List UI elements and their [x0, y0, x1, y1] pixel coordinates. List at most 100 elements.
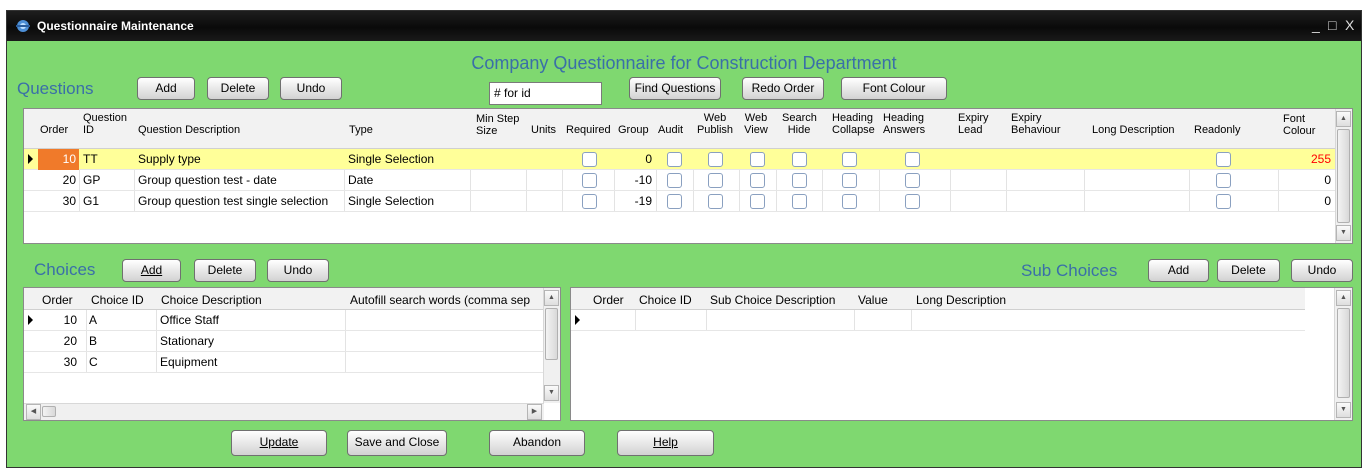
row-group[interactable]: 0 [615, 149, 655, 170]
questions-vscroll[interactable]: ▲ ▼ [1335, 109, 1352, 243]
scroll-thumb[interactable] [42, 406, 56, 417]
table-row[interactable]: 30 G1 Group question test single selecti… [24, 191, 1336, 212]
questions-undo-button[interactable]: Undo [280, 77, 342, 100]
sub-choices-delete-button[interactable]: Delete [1217, 259, 1280, 282]
row-group[interactable]: -19 [615, 191, 655, 212]
table-row[interactable]: 10 TT Supply type Single Selection 0 255 [24, 149, 1336, 170]
choice-description[interactable]: Office Staff [157, 310, 345, 331]
row-description[interactable]: Group question test single selection [135, 191, 343, 212]
scroll-down-icon[interactable]: ▼ [1336, 402, 1351, 418]
scroll-up-icon[interactable]: ▲ [544, 290, 559, 306]
row-font-colour[interactable]: 0 [1279, 170, 1334, 191]
col-min-step-size[interactable]: Min Step Size [474, 112, 529, 138]
web-view-checkbox[interactable] [750, 194, 765, 209]
list-item[interactable]: 20 B Stationary [24, 331, 544, 352]
row-question-id[interactable]: TT [80, 149, 134, 170]
row-description[interactable]: Supply type [135, 149, 343, 170]
row-description[interactable]: Group question test - date [135, 170, 343, 191]
choices-delete-button[interactable]: Delete [194, 259, 256, 282]
question-search-input[interactable]: # for id [489, 82, 602, 105]
col-long-description[interactable]: Long Description [914, 293, 1008, 307]
row-group[interactable]: -10 [615, 170, 655, 191]
col-heading-answers[interactable]: Heading Answers [881, 111, 937, 137]
col-expiry-behaviour[interactable]: Expiry Behaviour [1009, 111, 1069, 137]
row-order[interactable]: 20 [38, 170, 79, 191]
col-web-publish[interactable]: Web Publish [694, 111, 736, 137]
col-expiry-lead[interactable]: Expiry Lead [956, 111, 996, 137]
col-required[interactable]: Required [564, 123, 613, 137]
row-type[interactable]: Date [345, 170, 469, 191]
col-web-view[interactable]: Web View [739, 111, 773, 137]
web-publish-checkbox[interactable] [708, 173, 723, 188]
web-view-checkbox[interactable] [750, 173, 765, 188]
row-order[interactable]: 10 [38, 149, 79, 170]
search-hide-checkbox[interactable] [792, 173, 807, 188]
required-checkbox[interactable] [582, 194, 597, 209]
choice-order[interactable]: 20 [40, 331, 80, 352]
col-choice-id[interactable]: Choice ID [637, 293, 694, 307]
web-view-checkbox[interactable] [750, 152, 765, 167]
col-choice-id[interactable]: Choice ID [89, 293, 146, 307]
col-search-hide[interactable]: Search Hide [780, 111, 818, 137]
row-font-colour[interactable]: 0 [1279, 191, 1334, 212]
help-button[interactable]: Help [617, 430, 714, 456]
web-publish-checkbox[interactable] [708, 194, 723, 209]
scroll-thumb[interactable] [545, 308, 558, 360]
font-colour-button[interactable]: Font Colour [841, 77, 947, 100]
choice-id[interactable]: A [86, 310, 156, 331]
col-description[interactable]: Question Description [136, 123, 242, 137]
col-order[interactable]: Order [40, 293, 75, 307]
row-question-id[interactable]: GP [80, 170, 134, 191]
col-readonly[interactable]: Readonly [1192, 123, 1242, 137]
search-hide-checkbox[interactable] [792, 194, 807, 209]
scroll-down-icon[interactable]: ▼ [1336, 225, 1351, 241]
scroll-thumb[interactable] [1337, 308, 1350, 398]
scroll-up-icon[interactable]: ▲ [1336, 290, 1351, 306]
sub-choices-undo-button[interactable]: Undo [1291, 259, 1353, 282]
scroll-right-icon[interactable]: ▶ [527, 404, 542, 420]
minimize-button[interactable]: _ [1312, 17, 1320, 33]
row-order[interactable]: 30 [38, 191, 79, 212]
col-font-colour[interactable]: Font Colour [1281, 112, 1325, 138]
choices-add-button[interactable]: Add [122, 259, 181, 282]
required-checkbox[interactable] [582, 152, 597, 167]
col-audit[interactable]: Audit [656, 123, 685, 137]
find-questions-button[interactable]: Find Questions [629, 77, 721, 100]
choice-id[interactable]: B [86, 331, 156, 352]
col-heading-collapse[interactable]: Heading Collapse [830, 111, 876, 137]
audit-checkbox[interactable] [667, 194, 682, 209]
list-item[interactable]: 30 C Equipment [24, 352, 544, 373]
close-button[interactable]: X [1345, 17, 1354, 33]
readonly-checkbox[interactable] [1216, 173, 1231, 188]
update-button[interactable]: Update [231, 430, 327, 456]
choices-undo-button[interactable]: Undo [267, 259, 329, 282]
choices-vscroll[interactable]: ▲ ▼ [543, 288, 560, 403]
list-item[interactable]: 10 A Office Staff [24, 310, 544, 331]
scroll-left-icon[interactable]: ◀ [26, 404, 41, 420]
sub-choices-add-button[interactable]: Add [1148, 259, 1209, 282]
col-choice-description[interactable]: Choice Description [159, 293, 264, 307]
col-value[interactable]: Value [856, 293, 890, 307]
list-item[interactable] [571, 310, 1305, 331]
audit-checkbox[interactable] [667, 173, 682, 188]
table-row[interactable]: 20 GP Group question test - date Date -1… [24, 170, 1336, 191]
heading-collapse-checkbox[interactable] [842, 194, 857, 209]
col-long-description[interactable]: Long Description [1090, 123, 1177, 137]
col-type[interactable]: Type [347, 123, 375, 137]
abandon-button[interactable]: Abandon [489, 430, 585, 456]
col-order[interactable]: Order [38, 123, 70, 137]
col-sub-choice-description[interactable]: Sub Choice Description [708, 293, 837, 307]
choice-id[interactable]: C [86, 352, 156, 373]
row-type[interactable]: Single Selection [345, 191, 469, 212]
choices-hscroll[interactable]: ◀ ▶ [24, 403, 544, 420]
questions-delete-button[interactable]: Delete [207, 77, 269, 100]
scroll-thumb[interactable] [1337, 129, 1350, 223]
row-question-id[interactable]: G1 [80, 191, 134, 212]
row-type[interactable]: Single Selection [345, 149, 469, 170]
maximize-button[interactable]: □ [1328, 17, 1336, 33]
choice-order[interactable]: 30 [40, 352, 80, 373]
heading-answers-checkbox[interactable] [905, 152, 920, 167]
readonly-checkbox[interactable] [1216, 152, 1231, 167]
heading-answers-checkbox[interactable] [905, 173, 920, 188]
sub-choices-vscroll[interactable]: ▲ ▼ [1334, 288, 1352, 420]
